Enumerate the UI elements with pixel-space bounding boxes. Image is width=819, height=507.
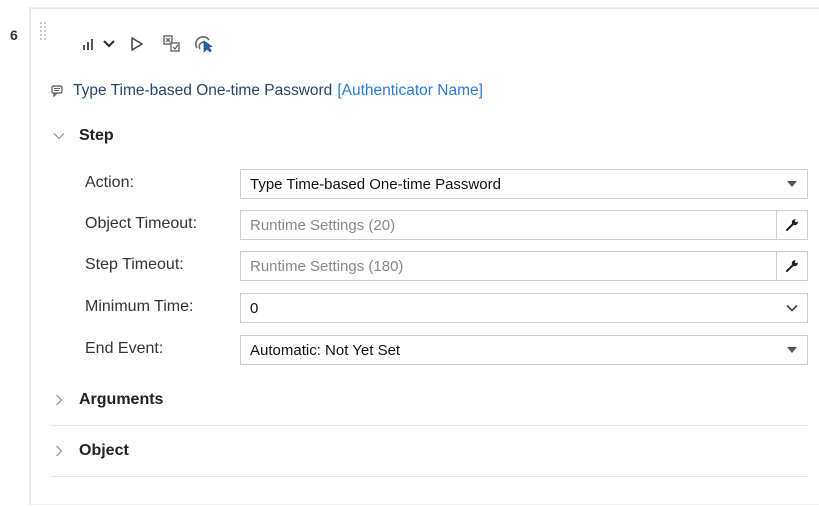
section-object-header[interactable]: Object bbox=[51, 434, 807, 468]
dropdown-caret-icon[interactable] bbox=[777, 170, 807, 198]
step-number: 6 bbox=[10, 27, 18, 43]
step-timeout-field[interactable]: Runtime Settings (180) bbox=[240, 251, 808, 281]
minimum-time-value: 0 bbox=[250, 299, 259, 317]
drag-handle-icon[interactable] bbox=[40, 22, 46, 40]
object-timeout-placeholder: Runtime Settings (20) bbox=[250, 216, 396, 234]
end-event-value: Automatic: Not Yet Set bbox=[250, 341, 401, 359]
wrench-icon[interactable] bbox=[776, 211, 807, 239]
dropdown-caret-icon[interactable] bbox=[777, 336, 807, 364]
step-toolbar bbox=[80, 33, 220, 55]
step-title: Type Time-based One-time Password [Authe… bbox=[51, 81, 483, 101]
chevron-down-icon[interactable] bbox=[777, 294, 807, 322]
minimum-time-label: Minimum Time: bbox=[85, 298, 194, 315]
end-event-select[interactable]: Automatic: Not Yet Set bbox=[240, 335, 808, 365]
object-timeout-label: Object Timeout: bbox=[85, 215, 198, 232]
cursor-target-icon[interactable] bbox=[190, 33, 220, 55]
step-card: Type Time-based One-time Password [Authe… bbox=[30, 8, 819, 504]
action-value: Type Time-based One-time Password bbox=[250, 175, 501, 193]
minimum-time-select[interactable]: 0 bbox=[240, 293, 808, 323]
action-select[interactable]: Type Time-based One-time Password bbox=[240, 169, 808, 199]
chevron-right-icon bbox=[56, 394, 63, 406]
wrench-icon[interactable] bbox=[776, 252, 807, 280]
section-arguments-label: Arguments bbox=[79, 391, 164, 408]
chevron-down-icon bbox=[53, 133, 65, 140]
section-arguments-header[interactable]: Arguments bbox=[51, 383, 807, 417]
step-timeout-label: Step Timeout: bbox=[85, 256, 184, 273]
divider bbox=[51, 425, 809, 426]
section-step-header[interactable]: Step bbox=[51, 119, 807, 153]
end-event-label: End Event: bbox=[85, 340, 164, 357]
bar-chart-icon[interactable] bbox=[80, 33, 98, 55]
step-title-action: Type Time-based One-time Password bbox=[73, 82, 333, 99]
step-timeout-placeholder: Runtime Settings (180) bbox=[250, 257, 404, 275]
checkbox-list-icon[interactable] bbox=[154, 33, 190, 55]
section-object-label: Object bbox=[79, 442, 129, 459]
object-timeout-field[interactable]: Runtime Settings (20) bbox=[240, 210, 808, 240]
chevron-down-icon[interactable] bbox=[98, 33, 120, 55]
step-title-target-link[interactable]: [Authenticator Name] bbox=[337, 82, 483, 100]
play-icon[interactable] bbox=[120, 33, 154, 55]
section-step-label: Step bbox=[79, 127, 114, 144]
chevron-right-icon bbox=[56, 445, 63, 457]
divider bbox=[51, 476, 809, 477]
comment-icon bbox=[51, 85, 63, 97]
action-label: Action: bbox=[85, 174, 134, 191]
